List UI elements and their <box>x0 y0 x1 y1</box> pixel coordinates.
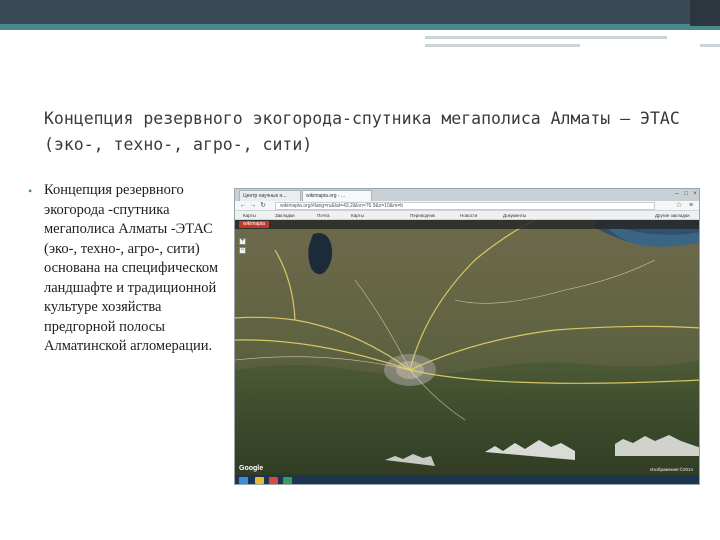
slide-title: Концепция резервного экогорода-спутника … <box>44 109 680 154</box>
slide-header-corner <box>690 0 720 26</box>
menu-icon[interactable]: ≡ <box>687 202 695 210</box>
bookmark-item[interactable]: Новости <box>460 212 477 219</box>
map-credit: Изображения ©2014 <box>650 467 693 472</box>
explorer-icon[interactable] <box>255 477 264 484</box>
decorative-rule <box>425 44 580 47</box>
star-icon[interactable]: ☆ <box>675 202 683 210</box>
forward-icon[interactable]: → <box>249 202 257 210</box>
google-logo: Google <box>239 465 264 472</box>
zoom-out-icon[interactable]: − <box>239 247 246 254</box>
start-icon[interactable] <box>239 477 248 484</box>
bookmark-item[interactable]: Карты <box>351 212 364 219</box>
decorative-rule <box>700 44 720 47</box>
maximize-icon[interactable]: □ <box>682 190 690 198</box>
slide-header-bar <box>0 0 720 26</box>
wikimapia-logo[interactable]: wikimapia <box>239 221 269 228</box>
bookmark-item[interactable]: Документы <box>503 212 526 219</box>
satellite-map[interactable]: wikimapia + − Google Изображения ©2014 <box>235 220 699 484</box>
chrome-icon[interactable] <box>269 477 278 484</box>
reload-icon[interactable]: ↻ <box>259 202 267 210</box>
satellite-map-image <box>235 220 699 484</box>
bookmark-item[interactable]: Другие закладки <box>655 212 689 219</box>
bookmark-item[interactable]: Почта <box>317 212 330 219</box>
wikimapia-toolbar: wikimapia <box>235 220 699 229</box>
zoom-in-icon[interactable]: + <box>239 238 246 245</box>
browser-tab-active[interactable]: wikimapia.org - ... <box>302 190 372 201</box>
windows-taskbar <box>235 475 699 484</box>
browser-screenshot: Центр научных н... wikimapia.org - ... –… <box>234 188 700 485</box>
zoom-control[interactable]: + − <box>239 238 246 256</box>
bookmark-item[interactable]: Карты <box>243 212 256 219</box>
app-icon[interactable] <box>283 477 292 484</box>
bullet-text: Концепция резервного экогорода -спутника… <box>44 182 219 354</box>
url-input[interactable]: wikimapia.org/#lang=ru&lat=43.2&lon=76.9… <box>275 202 655 210</box>
bookmark-item[interactable]: Закладки <box>275 212 294 219</box>
back-icon[interactable]: ← <box>239 202 247 210</box>
minimize-icon[interactable]: – <box>673 190 681 198</box>
address-bar: ← → ↻ wikimapia.org/#lang=ru&lat=43.2&lo… <box>235 201 699 211</box>
browser-tab[interactable]: Центр научных н... <box>239 190 301 201</box>
close-icon[interactable]: × <box>691 190 699 198</box>
bookmark-item[interactable]: Переводчик <box>410 212 435 219</box>
slide-header-accent <box>0 24 720 30</box>
browser-tabstrip: Центр научных н... wikimapia.org - ... –… <box>235 189 699 201</box>
decorative-rule <box>425 36 667 39</box>
bookmarks-bar: Карты Закладки Почта Карты Переводчик Но… <box>235 211 699 220</box>
bullet-icon: • <box>28 184 33 198</box>
